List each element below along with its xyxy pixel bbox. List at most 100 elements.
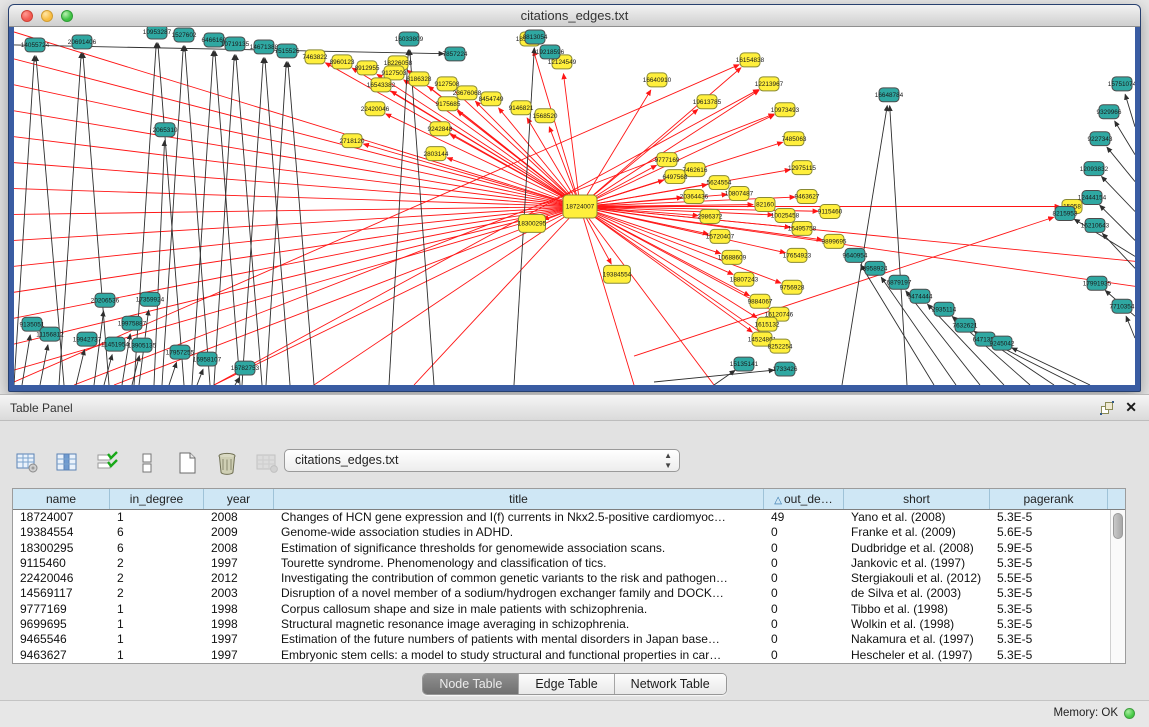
table-cell: 14569117 [13, 586, 110, 601]
table-cell: 1997 [204, 648, 274, 663]
graph-node-label: 8215953 [1053, 211, 1078, 218]
table-cell: Yano et al. (2008) [844, 510, 990, 525]
graph-edge [410, 50, 434, 385]
dropdown-stepper-icon: ▲▼ [664, 451, 672, 471]
graph-node-label: 12444154 [1078, 195, 1107, 202]
column-header-pagerank[interactable]: pagerank [990, 489, 1108, 509]
tab-network-table[interactable]: Network Table [615, 674, 726, 694]
graph-node-label: 7857224 [443, 51, 468, 58]
table-cell: Genome-wide association studies in ADHD. [274, 525, 764, 540]
table-split-icon[interactable] [134, 450, 160, 476]
table-body: 1872400712008Changes of HCN gene express… [13, 510, 1125, 663]
graph-node-label: 9329966 [1097, 109, 1122, 116]
table-cell: 5.3E-5 [990, 510, 1108, 525]
table-cell: Structural magnetic resonance image aver… [274, 617, 764, 632]
table-cell: 1997 [204, 556, 274, 571]
import-table-icon[interactable] [254, 450, 280, 476]
status-bar: Memory: OK [0, 700, 1149, 727]
table-cell: 0 [764, 602, 844, 617]
graph-node-label: 12124549 [548, 59, 577, 66]
table-cell: 19384554 [13, 525, 110, 540]
graph-node-label: 8958924 [863, 266, 888, 273]
table-cell: de Silva et al. (2003) [844, 586, 990, 601]
row-selection-icon[interactable] [94, 450, 120, 476]
column-header-year[interactable]: year [204, 489, 274, 509]
table-cell: 5.6E-5 [990, 525, 1108, 540]
graph-node-label: 9115460 [818, 209, 843, 216]
table-cell: 9777169 [13, 602, 110, 617]
table-row[interactable]: 911546021997Tourette syndrome. Phenomeno… [13, 556, 1125, 571]
table-cell: 0 [764, 571, 844, 586]
graph-node-label: 18807243 [730, 276, 759, 283]
graph-node-label: 6497568 [663, 174, 688, 181]
column-header-name[interactable]: name [13, 489, 110, 509]
table-cell: Changes of HCN gene expression and I(f) … [274, 510, 764, 525]
table-row[interactable]: 946554611997Estimation of the future num… [13, 632, 1125, 647]
table-cell: 18300295 [13, 541, 110, 556]
table-cell: Disruption of a novel member of a sodium… [274, 586, 764, 601]
graph-edge [242, 58, 263, 385]
delete-column-icon[interactable] [214, 450, 240, 476]
graph-node-label: 7485063 [782, 136, 807, 143]
table-row[interactable]: 1872400712008Changes of HCN gene express… [13, 510, 1125, 525]
table-cell: 0 [764, 586, 844, 601]
graph-node-label: 7632621 [953, 322, 978, 329]
table-cell: 9115460 [13, 556, 110, 571]
graph-edge [580, 206, 714, 385]
table-row[interactable]: 1938455462009Genome-wide association stu… [13, 525, 1125, 540]
network-select-dropdown[interactable]: citations_edges.txt ▲▼ [284, 449, 680, 472]
table-cell: Stergiakouli et al. (2012) [844, 571, 990, 586]
table-toolbar: f(x) [14, 449, 320, 477]
column-header-out_de[interactable]: △out_de… [764, 489, 844, 509]
graph-edge [1126, 316, 1135, 338]
table-row[interactable]: 2242004622012Investigating the contribut… [13, 571, 1125, 586]
graph-node-label: 9899695 [822, 239, 847, 246]
graph-node-label: 1568520 [533, 113, 558, 120]
tab-node-table[interactable]: Node Table [423, 674, 519, 694]
graph-node-label: 16782753 [231, 365, 260, 372]
network-canvas[interactable]: 8960123891295518226058912750316543382818… [14, 27, 1135, 385]
new-column-icon[interactable] [174, 450, 200, 476]
scrollbar-thumb[interactable] [1113, 513, 1123, 539]
graph-node-label: 5624554 [707, 180, 732, 187]
graph-node-label: 7462616 [683, 167, 708, 174]
table-cell: Nakamura et al. (1997) [844, 632, 990, 647]
desktop: citations_edges.txt 89601238912955182260… [0, 0, 1149, 727]
graph-node-label: 15135141 [730, 361, 759, 368]
table-row[interactable]: 1456911722003Disruption of a novel membe… [13, 586, 1125, 601]
table-row[interactable]: 977716911998Corpus callosum shape and si… [13, 602, 1125, 617]
column-header-in_degree[interactable]: in_degree [110, 489, 204, 509]
table-cell: 2008 [204, 541, 274, 556]
table-cell: 22420046 [13, 571, 110, 586]
float-panel-icon[interactable] [1099, 400, 1115, 416]
graph-edge [214, 55, 234, 385]
graph-node-label: 19384554 [603, 272, 632, 279]
column-header-short[interactable]: short [844, 489, 990, 509]
table-row[interactable]: 946362711997Embryonic stem cells: a mode… [13, 648, 1125, 663]
graph-node-label: 20691406 [68, 39, 97, 46]
table-cell: 2012 [204, 571, 274, 586]
table-cell: 1998 [204, 602, 274, 617]
column-header-title[interactable]: title [274, 489, 764, 509]
graph-node-label: 9146821 [509, 105, 534, 112]
table-cell: 9463627 [13, 648, 110, 663]
table-cell: Dudbridge et al. (2008) [844, 541, 990, 556]
close-panel-icon[interactable]: ✕ [1125, 399, 1137, 415]
table-mode-icon[interactable] [14, 450, 40, 476]
window-titlebar[interactable]: citations_edges.txt [9, 5, 1140, 27]
graph-node-label: 2718120 [340, 138, 365, 145]
graph-edge [890, 106, 907, 385]
table-row[interactable]: 1830029562008Estimation of significance … [13, 541, 1125, 556]
tab-edge-table[interactable]: Edge Table [519, 674, 614, 694]
vertical-scrollbar[interactable] [1110, 510, 1125, 663]
table-cell: Franke et al. (2009) [844, 525, 990, 540]
table-cell: 1 [110, 510, 204, 525]
graph-node-label: 16543382 [367, 82, 396, 89]
table-cell: 0 [764, 525, 844, 540]
graph-node-label: 19942737 [73, 336, 102, 343]
graph-node-label: 10973493 [771, 107, 800, 114]
column-visibility-icon[interactable] [54, 450, 80, 476]
graph-node-label: 9127508 [435, 81, 460, 88]
table-row[interactable]: 969969511998Structural magnetic resonanc… [13, 617, 1125, 632]
graph-node-label: 9640954 [843, 253, 868, 260]
